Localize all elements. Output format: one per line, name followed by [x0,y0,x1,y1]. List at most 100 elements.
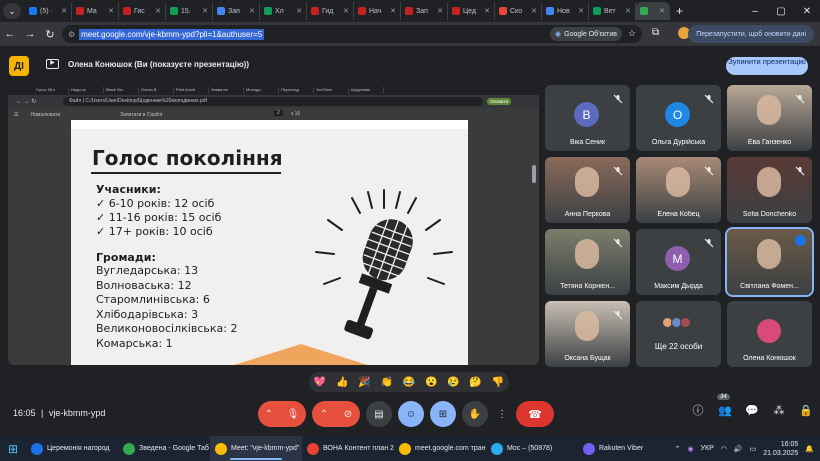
tab-close-icon[interactable]: ✕ [61,7,67,15]
browser-tab[interactable]: Гис ✕ [119,2,166,20]
wifi-icon[interactable]: ◠ [721,445,727,453]
tab-favicon-icon [311,7,319,15]
browser-tab[interactable]: Зап ✕ [213,2,260,20]
tab-close-icon[interactable]: ✕ [108,7,114,15]
tab-close-icon[interactable]: ✕ [484,7,490,15]
tab-close-icon[interactable]: ✕ [390,7,396,15]
bookmark-star-icon[interactable]: ☆ [628,28,636,39]
participant-tile[interactable]: Елена Кобец [636,157,721,223]
browser-tab[interactable]: Гид ✕ [307,2,354,20]
site-info-icon[interactable]: ⚙ [68,30,75,39]
omnibox[interactable]: ⚙ meet.google.com/vje-kbmm-ypd?pli=1&aut… [62,25,642,43]
browser-tab[interactable]: ✕ [636,2,670,20]
tab-close-icon[interactable]: ✕ [249,7,255,15]
taskbar-app[interactable]: meet.google.com тран [394,436,486,461]
taskbar-app[interactable]: ВОНА Контент план 2 [302,436,394,461]
tab-close-icon[interactable]: ✕ [155,7,161,15]
browser-tab[interactable]: Цед ✕ [448,2,495,20]
participant-tile[interactable]: В Віка Сеник [545,85,630,151]
chevron-up-icon[interactable]: ⌃ [265,409,273,420]
chevron-up-icon[interactable]: ⌃ [320,409,328,420]
keyboard-language[interactable]: УКР [701,445,714,452]
minimize-icon[interactable]: – [742,0,768,22]
browser-tab[interactable]: Вет ✕ [589,2,636,20]
tab-favicon-icon [593,7,601,15]
browser-tab[interactable]: (5) · ✕ [25,2,72,20]
taskbar-app[interactable]: Церемонія нагород [26,436,118,461]
forward-icon[interactable]: → [20,28,40,40]
participant-tile[interactable]: М Максим Дырда [636,229,721,295]
system-clock[interactable]: 16:05 21.03.2025 [763,440,798,458]
reaction-emoji[interactable]: 😂 [403,377,415,388]
google-lens-button[interactable]: ◉ Google Об'єктив [550,27,622,41]
present-now-button[interactable]: ⊞ [430,401,456,427]
restart-to-update-button[interactable]: Перезапустити, щоб оновити дані [688,25,814,43]
reaction-emoji[interactable]: 🤔 [469,377,481,388]
tab-close-icon[interactable]: ✕ [202,7,208,15]
participant-tile[interactable]: Sofia Donchenko [727,157,812,223]
leave-call-button[interactable]: ☎ [516,401,554,427]
url-text[interactable]: meet.google.com/vje-kbmm-ypd?pli=1&authu… [79,28,265,40]
volume-icon[interactable]: 🔊 [734,445,743,453]
mic-off-icon [613,235,623,248]
taskbar-app[interactable]: Meet: "vje-kbmm-ypd" [210,436,302,461]
browser-tab[interactable]: Ско ✕ [495,2,542,20]
emoji-reactions-button[interactable]: ☺ [398,401,424,427]
browser-tab[interactable]: Нов ✕ [542,2,589,20]
taskbar-app[interactable]: Зведена - Google Таб [118,436,210,461]
info-icon[interactable]: ⓘ [692,403,704,417]
participant-tile[interactable]: Оксана Бущак [545,301,630,367]
participant-tile[interactable]: Ева Ганзенко [727,85,812,151]
reaction-emoji[interactable]: 😮 [425,377,437,388]
extensions-icon[interactable]: ⧉ [652,27,659,38]
new-tab-button[interactable]: + [676,4,683,18]
activities-icon[interactable]: ⁂ [773,403,785,417]
more-options-button[interactable]: ⋮ [494,401,510,427]
reaction-emoji[interactable]: 💖 [314,377,326,388]
participant-tile[interactable]: О Ольга Дурійська [636,85,721,151]
browser-tab[interactable]: Хл ✕ [260,2,307,20]
tab-close-icon[interactable]: ✕ [578,7,584,15]
tab-close-icon[interactable]: ✕ [625,7,631,15]
reaction-emoji[interactable]: 👎 [492,377,504,388]
tab-search-button[interactable]: ⌄ [3,3,21,19]
host-controls-icon[interactable]: 🔒 [799,403,813,417]
reaction-emoji[interactable]: 😢 [447,377,459,388]
reaction-emoji[interactable]: 👍 [336,377,348,388]
back-icon[interactable]: ← [0,28,20,40]
tab-close-icon[interactable]: ✕ [531,7,537,15]
reaction-emoji[interactable]: 👏 [381,377,393,388]
browser-tab[interactable]: Нач ✕ [354,2,401,20]
participant-tile[interactable]: Олена Конюшок [727,301,812,367]
stop-presenting-button[interactable]: Зупинити презентацію [726,57,808,75]
camera-toggle[interactable]: ⌃ ⊘ [312,401,360,427]
people-icon[interactable]: 👥 34 [717,394,732,417]
browser-tab[interactable]: 15. ✕ [166,2,213,20]
battery-icon[interactable]: ▭ [750,445,757,453]
reload-icon[interactable]: ↻ [40,28,60,41]
captions-button[interactable]: ▤ [366,401,392,427]
pdf-scrollbar[interactable] [532,165,536,183]
raise-hand-button[interactable]: ✋ [462,401,488,427]
tab-close-icon[interactable]: ✕ [659,7,665,15]
taskbar-app[interactable]: Rakuten Viber [578,436,670,461]
microphone-toggle[interactable]: ⌃ 🎙 [258,401,306,427]
chat-icon[interactable]: 💬 [745,403,759,417]
tab-close-icon[interactable]: ✕ [437,7,443,15]
tray-chevron-icon[interactable]: ⌃ [675,445,681,453]
tab-close-icon[interactable]: ✕ [343,7,349,15]
windows-start-icon[interactable]: ⊞ [0,442,26,456]
participant-tile[interactable]: Анна Перкова [545,157,630,223]
participant-tile[interactable]: Ще 22 особи [636,301,721,367]
close-icon[interactable]: ✕ [794,0,820,22]
tray-app-icon[interactable]: ◉ [687,445,693,453]
participant-tile[interactable]: Тетяна Корнієн... [545,229,630,295]
notifications-icon[interactable]: 🔔 [805,445,814,453]
tab-close-icon[interactable]: ✕ [296,7,302,15]
maximize-icon[interactable]: ▢ [768,0,794,22]
browser-tab[interactable]: Зап ✕ [401,2,448,20]
browser-tab[interactable]: Ma ✕ [72,2,119,20]
participant-tile[interactable]: Світлана Фомен... [725,227,814,297]
reaction-emoji[interactable]: 🎉 [358,377,370,388]
taskbar-app[interactable]: Мос – (50878) [486,436,578,461]
